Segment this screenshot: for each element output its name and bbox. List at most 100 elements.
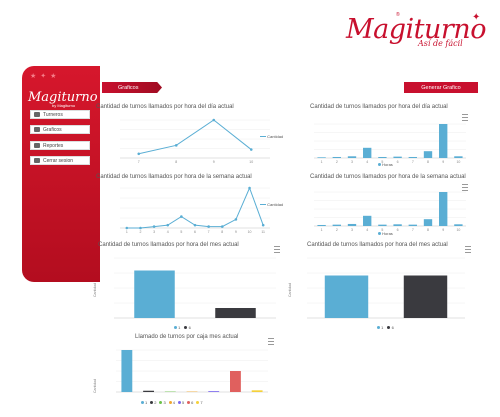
bar [208,391,220,392]
legend-swatch [177,401,181,404]
bar [215,308,256,318]
tab-graficos[interactable]: Graficos [102,82,162,93]
data-point [261,223,265,227]
legend-label: 1 [145,400,148,405]
chart-title: Cantidad de turnos llamados por hora del… [96,104,234,110]
logout-icon [34,158,40,163]
bar-chart-icon [34,127,40,132]
x-tick-label: 4 [366,228,368,232]
x-tick-label: 4 [167,230,169,234]
sidebar-item-turneros[interactable]: Turneros [30,110,90,119]
bar [393,224,402,226]
legend-swatch [260,136,266,138]
bar-chart: Cantidad [288,257,465,319]
bar-chart: 1 2 3 4 5 6 7 8 9 10 [314,191,466,232]
chart-panel-monthly-a: Cantidad de turnos llamados por hora del… [90,242,285,342]
chart-panel-hourly-bar: Cantidad de turnos llamados por hora del… [290,104,475,168]
x-tick-label: 10 [249,160,253,164]
data-point [249,148,253,151]
legend-label: 7 [200,400,203,405]
x-tick-label: 9 [213,160,215,164]
bar [363,147,372,158]
x-tick-label: 1 [321,228,323,232]
x-tick-label: 9 [235,230,237,234]
line-chart: 7 8 9 10 [120,118,270,164]
chart-panel-weekly-bar: Cantidad de turnos llamados por hora de … [290,174,475,238]
chart-panel-by-register: Llamado de turnos por caja mes actual Ca… [90,334,280,410]
legend-label: 1 [381,325,384,330]
chart-legend: Horas [378,162,393,167]
x-tick-label: 9 [442,228,444,232]
chart-panel-monthly-b: Cantidad de turnos llamados por hora del… [285,242,475,342]
sidebar-item-label: Turneros [43,111,63,118]
data-point [207,225,210,228]
bar [408,224,417,226]
chart-menu-icon[interactable] [268,338,274,345]
x-tick-label: 3 [351,228,353,232]
legend-swatch [387,326,391,329]
bar [378,224,387,226]
bar-chart: Cantidad [93,257,276,319]
chart-legend: Cantidad [260,134,283,139]
data-point [139,226,142,230]
x-tick-label: 10 [248,230,252,234]
bar [230,371,241,392]
x-tick-label: 10 [456,160,460,164]
main-content: Graficos Generar Grafico Cantidad de tur… [93,66,480,410]
data-point [212,118,216,122]
bar [317,157,326,158]
data-point [248,186,251,190]
legend-label: Horas [382,231,393,236]
bar [332,224,341,226]
legend-swatch [187,401,191,404]
generate-chart-button[interactable]: Generar Grafico [404,82,478,93]
y-axis-label: Cantidad [288,283,292,297]
x-tick-label: 6 [397,228,399,232]
x-tick-label: 7 [208,230,210,234]
sidebar-item-graficos[interactable]: Graficos [30,125,90,134]
sidebar-item-label: Reportes [43,142,64,149]
x-tick-label: 2 [139,230,141,234]
bar [393,156,402,158]
legend-swatch [184,326,188,329]
brand-tagline: Así de fácil [418,39,463,48]
x-tick-label: 6 [194,230,196,234]
bar [403,275,448,318]
bar [363,215,372,226]
legend-swatch [196,401,200,404]
x-tick-label: 6 [397,160,399,164]
data-point [125,226,129,230]
bar [347,156,357,158]
x-tick-label: 8 [427,160,429,164]
star-icon: ✦ [472,12,481,23]
legend-swatch [174,326,177,329]
sidebar-item-reportes[interactable]: Reportes [30,141,90,150]
sidebar-brand-sub: by Magiturno [52,103,76,108]
x-tick-label: 10 [456,228,460,232]
chart-title: Llamado de turnos por caja mes actual [135,334,239,340]
brand-logo: ® Magiturno ✦ Así de fácil [346,8,486,52]
legend-swatch [378,232,381,235]
legend-label: 2 [154,400,157,405]
bar [332,156,341,158]
data-point [174,144,178,147]
chart-legend: 1 2 3 4 5 6 7 [138,400,203,405]
legend-label: 5 [181,400,185,405]
data-point [220,225,224,228]
document-icon [34,143,40,148]
sidebar-item-label: Graficos [43,126,62,133]
bar [423,219,433,226]
line-chart: 1 2 3 4 5 6 7 8 9 10 11 [120,186,270,234]
sidebar-item-cerrar-sesion[interactable]: Cerrar sesion [30,156,90,165]
legend-swatch [168,401,172,404]
chart-panel-hourly-line: Cantidad de turnos llamados por hora del… [96,104,290,168]
chart-legend: Horas [378,231,393,236]
bar-chart: Cantidad [93,349,268,393]
chart-title: Cantidad de turnos llamados por hora del… [307,242,448,248]
list-icon [34,112,40,117]
x-tick-label: 7 [138,160,140,164]
legend-label: 6 [391,325,394,330]
x-tick-label: 8 [221,230,223,234]
bar [408,156,417,158]
chart-title: Cantidad de turnos llamados por hora de … [310,174,466,180]
